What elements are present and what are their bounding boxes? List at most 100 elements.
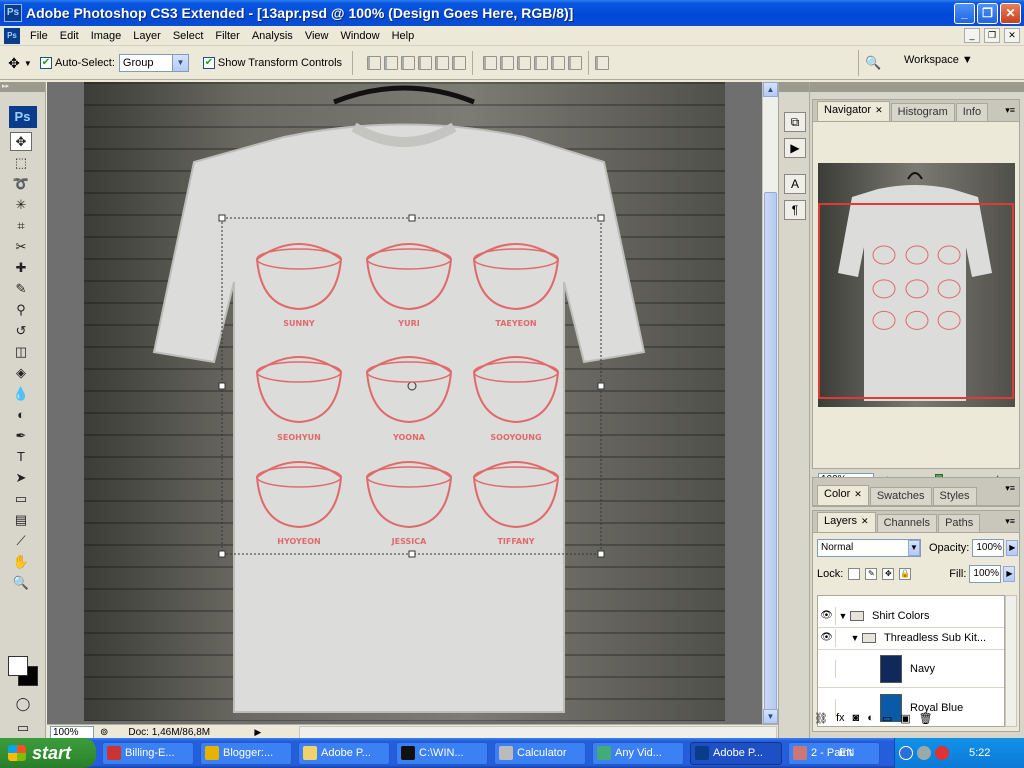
link-layers-icon[interactable]: ⛓ bbox=[814, 712, 828, 725]
screen-mode-icon[interactable]: ▭ bbox=[12, 718, 34, 737]
quick-mask-icon[interactable]: ◯ bbox=[12, 694, 34, 713]
tab-swatches[interactable]: Swatches bbox=[869, 487, 932, 505]
taskbar-button[interactable]: Adobe P... bbox=[690, 741, 782, 765]
align-hcenter-icon[interactable] bbox=[435, 56, 450, 70]
distribute-left-icon[interactable] bbox=[534, 56, 549, 70]
layer-row-threadless-sub-kit[interactable]: 👁 ▼ Threadless Sub Kit... bbox=[818, 626, 1004, 650]
lock-all-icon[interactable]: 🔒 bbox=[899, 568, 912, 580]
menu-analysis[interactable]: Analysis bbox=[246, 30, 299, 42]
move-tool-icon[interactable]: ✥ bbox=[10, 132, 32, 151]
align-right-icon[interactable] bbox=[452, 56, 467, 70]
eye-icon[interactable]: 👁 bbox=[818, 628, 836, 647]
lock-transparency-icon[interactable] bbox=[848, 568, 861, 580]
scrollbar-thumb[interactable] bbox=[764, 192, 777, 762]
crop-tool-icon[interactable]: ⌗ bbox=[10, 216, 32, 235]
restore-button[interactable]: ❐ bbox=[977, 3, 998, 24]
menu-help[interactable]: Help bbox=[386, 30, 421, 42]
new-group-icon[interactable]: ▭ bbox=[882, 712, 892, 725]
eyedropper-tool-icon[interactable]: ⟋ bbox=[10, 531, 32, 550]
layer-row-navy[interactable]: Navy bbox=[818, 650, 1004, 688]
menu-file[interactable]: File bbox=[24, 30, 54, 42]
disclosure-triangle-icon[interactable]: ▼ bbox=[836, 611, 850, 621]
layer-row-shirt-colors[interactable]: 👁 ▼ Shirt Colors bbox=[818, 604, 1004, 628]
blend-mode-dropdown[interactable]: Normal ▼ bbox=[817, 539, 921, 557]
clone-stamp-tool-icon[interactable]: ⚲ bbox=[10, 300, 32, 319]
tab-paths[interactable]: Paths bbox=[938, 514, 981, 532]
opacity-arrow-icon[interactable]: ▶ bbox=[1006, 540, 1019, 556]
panel-menu-icon[interactable]: ▾≡ bbox=[1005, 105, 1015, 116]
tab-histogram[interactable]: Histogram bbox=[890, 103, 955, 121]
lock-position-icon[interactable]: ✥ bbox=[882, 568, 895, 580]
show-transform-checkbox[interactable]: ✔ bbox=[202, 57, 215, 69]
document-canvas[interactable]: SUNNY YURI TAEYEON SEOHYUN YOONA SOOYOUN… bbox=[84, 82, 725, 721]
navigator-view-box[interactable] bbox=[818, 203, 1014, 399]
taskbar-button[interactable]: 2 - Paint bbox=[788, 741, 880, 765]
taskbar-button[interactable]: Calculator bbox=[494, 741, 586, 765]
brush-tool-icon[interactable]: ✎ bbox=[10, 279, 32, 298]
transform-handle[interactable] bbox=[597, 382, 605, 390]
distribute-vcenter-icon[interactable] bbox=[500, 56, 515, 70]
doc-close-button[interactable]: ✕ bbox=[1004, 28, 1020, 43]
rectangle-tool-icon[interactable]: ▭ bbox=[10, 489, 32, 508]
tab-info[interactable]: Info bbox=[955, 103, 989, 121]
scroll-up-icon[interactable]: ▲ bbox=[763, 82, 778, 97]
taskbar-button[interactable]: Billing-E... bbox=[102, 741, 194, 765]
distribute-top-icon[interactable] bbox=[483, 56, 498, 70]
path-selection-tool-icon[interactable]: ➤ bbox=[10, 468, 32, 487]
lasso-tool-icon[interactable]: ➰ bbox=[10, 174, 32, 193]
align-vcenter-icon[interactable] bbox=[384, 56, 399, 70]
eye-icon[interactable]: 👁 bbox=[818, 606, 836, 625]
close-icon[interactable]: ✕ bbox=[875, 105, 883, 115]
distribute-hcenter-icon[interactable] bbox=[551, 56, 566, 70]
tray-network-icon[interactable] bbox=[917, 746, 931, 760]
transform-handle[interactable] bbox=[218, 382, 226, 390]
panel-grip[interactable] bbox=[810, 82, 1024, 92]
distribute-right-icon[interactable] bbox=[568, 56, 583, 70]
magic-wand-tool-icon[interactable]: ✳ bbox=[10, 195, 32, 214]
marquee-tool-icon[interactable]: ⬚ bbox=[10, 153, 32, 172]
align-left-icon[interactable] bbox=[418, 56, 433, 70]
transform-handle[interactable] bbox=[218, 214, 226, 222]
auto-align-layers-icon[interactable] bbox=[595, 56, 610, 70]
doc-restore-button[interactable]: ❐ bbox=[984, 28, 1000, 43]
panel-menu-icon[interactable]: ▾≡ bbox=[1005, 483, 1015, 494]
menu-filter[interactable]: Filter bbox=[209, 30, 245, 42]
tray-arrow-icon[interactable] bbox=[899, 746, 913, 760]
new-layer-icon[interactable]: ▣ bbox=[900, 712, 910, 725]
fx-icon[interactable]: fx bbox=[836, 712, 845, 725]
transform-handle[interactable] bbox=[408, 550, 416, 558]
scroll-down-icon[interactable]: ▼ bbox=[763, 709, 778, 724]
transform-handle[interactable] bbox=[597, 214, 605, 222]
close-icon[interactable]: ✕ bbox=[861, 516, 869, 526]
distribute-bottom-icon[interactable] bbox=[517, 56, 532, 70]
eraser-tool-icon[interactable]: ◫ bbox=[10, 342, 32, 361]
start-button[interactable]: start bbox=[0, 738, 96, 768]
actions-panel-icon[interactable]: ▶ bbox=[784, 138, 806, 158]
opacity-field[interactable]: 100% bbox=[972, 539, 1005, 557]
close-icon[interactable]: ✕ bbox=[854, 489, 862, 499]
auto-select-dropdown[interactable]: Group ▼ bbox=[118, 54, 189, 72]
menu-edit[interactable]: Edit bbox=[54, 30, 85, 42]
fill-field[interactable]: 100% bbox=[969, 565, 1002, 583]
panel-grip[interactable] bbox=[779, 82, 809, 92]
pen-tool-icon[interactable]: ✒ bbox=[10, 426, 32, 445]
close-button[interactable]: ✕ bbox=[1000, 3, 1021, 24]
tab-navigator[interactable]: Navigator ✕ bbox=[817, 101, 890, 121]
history-panel-icon[interactable]: ⧉ bbox=[784, 112, 806, 132]
panel-grip[interactable]: ▸▸ bbox=[0, 82, 45, 92]
adjustment-layer-icon[interactable]: ◐ bbox=[867, 712, 874, 725]
paragraph-panel-icon[interactable]: ¶ bbox=[784, 200, 806, 220]
tab-layers[interactable]: Layers ✕ bbox=[817, 512, 876, 532]
character-panel-icon[interactable]: A bbox=[784, 174, 806, 194]
slice-tool-icon[interactable]: ✂ bbox=[10, 237, 32, 256]
align-bottom-icon[interactable] bbox=[401, 56, 416, 70]
hand-tool-icon[interactable]: ✋ bbox=[10, 552, 32, 571]
healing-brush-tool-icon[interactable]: ✚ bbox=[10, 258, 32, 277]
tab-styles[interactable]: Styles bbox=[932, 487, 977, 505]
lock-image-icon[interactable]: ✎ bbox=[865, 568, 878, 580]
blur-tool-icon[interactable]: 💧 bbox=[10, 384, 32, 403]
dodge-tool-icon[interactable]: ◐ bbox=[10, 405, 32, 424]
history-brush-tool-icon[interactable]: ↺ bbox=[10, 321, 32, 340]
type-tool-icon[interactable]: T bbox=[10, 447, 32, 466]
taskbar-button[interactable]: C:\WIN... bbox=[396, 741, 488, 765]
